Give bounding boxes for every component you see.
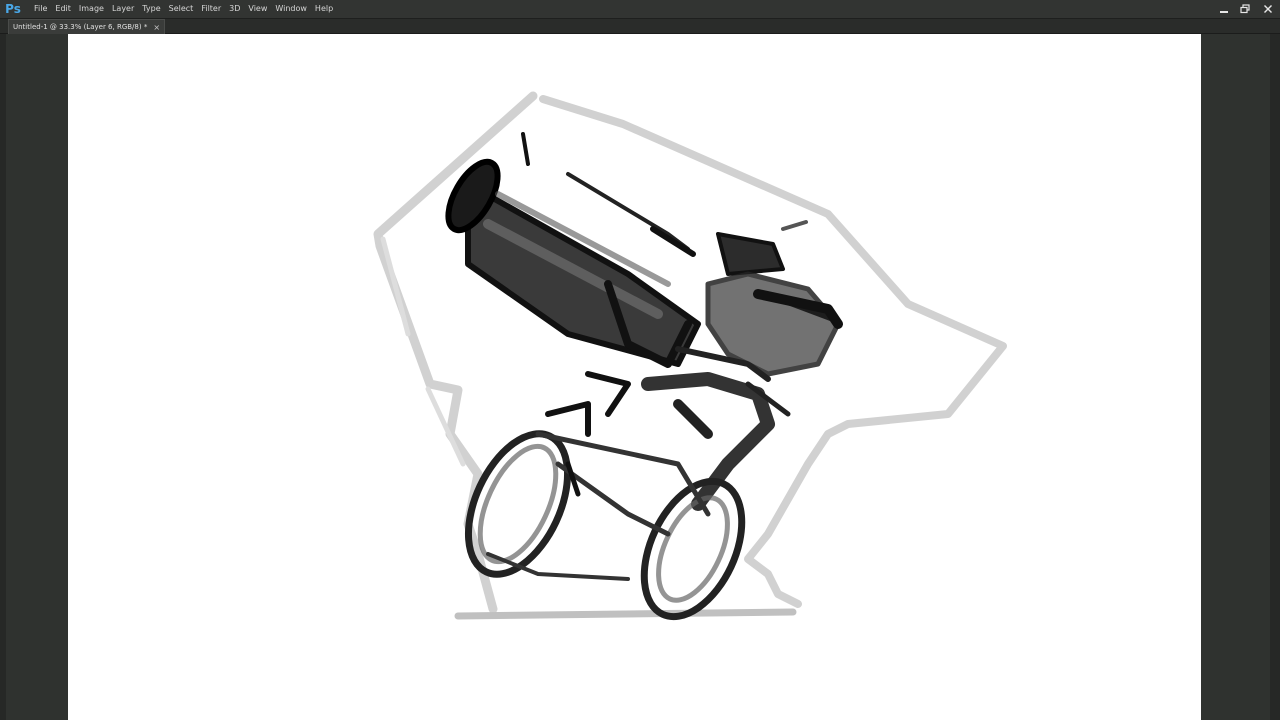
menu-select[interactable]: Select: [165, 0, 198, 18]
minimize-icon[interactable]: [1214, 0, 1234, 18]
document-tab-bar: Untitled-1 @ 33.3% (Layer 6, RGB/8) * ×: [0, 19, 1280, 34]
menu-3d[interactable]: 3D: [225, 0, 244, 18]
photoshop-logo-icon: Ps: [5, 2, 21, 16]
menu-file[interactable]: File: [30, 0, 51, 18]
right-panel-strip: [1270, 34, 1280, 720]
menu-help[interactable]: Help: [311, 0, 337, 18]
menu-type[interactable]: Type: [138, 0, 164, 18]
left-panel-strip: [0, 34, 6, 720]
menu-image[interactable]: Image: [75, 0, 108, 18]
document-tab-title: Untitled-1 @ 33.3% (Layer 6, RGB/8) *: [13, 23, 148, 31]
menu-filter[interactable]: Filter: [197, 0, 225, 18]
menu-bar: Ps File Edit Image Layer Type Select Fil…: [0, 0, 1280, 19]
restore-icon[interactable]: [1235, 0, 1255, 18]
tab-close-icon[interactable]: ×: [153, 23, 160, 32]
close-icon[interactable]: [1256, 0, 1280, 18]
menu-view[interactable]: View: [244, 0, 271, 18]
menu-edit[interactable]: Edit: [51, 0, 75, 18]
menu-layer[interactable]: Layer: [108, 0, 138, 18]
window-controls: [1213, 0, 1280, 18]
document-tab[interactable]: Untitled-1 @ 33.3% (Layer 6, RGB/8) * ×: [8, 19, 166, 34]
sketch-artwork: [373, 91, 1007, 621]
menu-items: File Edit Image Layer Type Select Filter…: [30, 0, 337, 18]
menu-window[interactable]: Window: [271, 0, 311, 18]
canvas[interactable]: [68, 34, 1201, 720]
